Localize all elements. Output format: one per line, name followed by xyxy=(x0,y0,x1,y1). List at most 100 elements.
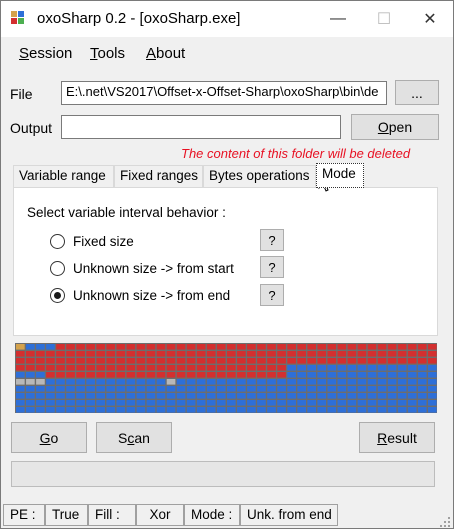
block-cell xyxy=(36,400,45,406)
radio-unknown-from-end[interactable]: Unknown size -> from end xyxy=(50,288,230,303)
block-cell xyxy=(257,344,266,350)
block-cell xyxy=(357,365,367,371)
block-cell xyxy=(26,365,35,371)
block-cell xyxy=(327,386,337,392)
block-cell xyxy=(206,386,216,392)
radio-circle-selected[interactable] xyxy=(50,288,65,303)
block-cell xyxy=(327,400,337,406)
block-cell xyxy=(247,365,256,371)
radio-unknown-from-start[interactable]: Unknown size -> from start xyxy=(50,261,234,276)
status-mode-value: Unk. from end xyxy=(240,504,338,526)
block-cell xyxy=(216,344,226,350)
open-button[interactable]: Open xyxy=(351,114,439,140)
result-button[interactable]: Result xyxy=(359,422,435,453)
menu-session-label: ession xyxy=(29,45,73,62)
block-cell xyxy=(397,365,407,371)
maximize-button[interactable]: ☐ xyxy=(361,1,407,37)
block-cell xyxy=(287,344,296,350)
block-cell xyxy=(176,379,186,385)
menu-about[interactable]: About xyxy=(146,45,185,62)
tab-mode[interactable]: Mode xyxy=(316,163,364,188)
close-button[interactable]: ✕ xyxy=(407,1,453,37)
output-path-field[interactable] xyxy=(61,115,341,139)
block-cell xyxy=(237,407,246,413)
block-cell xyxy=(277,393,286,399)
block-cell xyxy=(407,358,417,364)
block-cell xyxy=(186,393,196,399)
radio-circle[interactable] xyxy=(50,261,65,276)
block-cell xyxy=(186,407,196,413)
block-cell xyxy=(216,393,226,399)
block-cell xyxy=(417,400,427,406)
block-cell xyxy=(56,407,65,413)
block-cell xyxy=(307,407,317,413)
block-cell xyxy=(377,407,387,413)
minimize-button[interactable]: — xyxy=(315,1,361,37)
file-path-field[interactable]: E:\.net\VS2017\Offset-x-Offset-Sharp\oxo… xyxy=(61,81,387,105)
block-cell xyxy=(367,393,377,399)
block-cell xyxy=(377,400,387,406)
block-cell xyxy=(307,365,317,371)
block-cell xyxy=(36,372,45,378)
block-cell xyxy=(126,358,136,364)
block-cell xyxy=(216,372,226,378)
block-cell xyxy=(186,365,196,371)
block-cell xyxy=(287,372,296,378)
radio-circle[interactable] xyxy=(50,234,65,249)
radio-fixed-size[interactable]: Fixed size xyxy=(50,234,134,249)
block-cell xyxy=(387,358,397,364)
mode-heading: Select variable interval behavior : xyxy=(27,205,226,220)
block-cell xyxy=(347,351,357,357)
block-cell xyxy=(307,400,317,406)
help-unknown-from-start-button[interactable]: ? xyxy=(260,256,284,278)
block-cell xyxy=(216,400,226,406)
result-mnemonic: R xyxy=(377,429,388,446)
block-cell xyxy=(357,393,367,399)
block-cell xyxy=(317,386,327,392)
block-cell xyxy=(196,379,206,385)
block-cell xyxy=(156,400,166,406)
block-grid-svg xyxy=(16,344,437,413)
maximize-icon: ☐ xyxy=(376,11,392,28)
scan-button[interactable]: Sc an xyxy=(96,422,172,453)
help-unknown-from-end-button[interactable]: ? xyxy=(260,284,284,306)
block-cell xyxy=(397,351,407,357)
status-mode-label: Mode : xyxy=(184,504,240,526)
menu-session[interactable]: Session xyxy=(19,45,72,62)
block-cell xyxy=(46,365,55,371)
block-cell xyxy=(136,400,146,406)
block-cell xyxy=(126,372,136,378)
block-cell xyxy=(407,351,417,357)
block-cell xyxy=(277,386,286,392)
block-cell xyxy=(257,351,266,357)
block-cell xyxy=(427,344,437,350)
block-cell xyxy=(186,351,196,357)
title-bar[interactable]: oxoSharp 0.2 - [oxoSharp.exe] — ☐ ✕ xyxy=(1,1,453,37)
status-bar: PE : True Fill : Xor Mode : Unk. from en… xyxy=(1,501,453,528)
tab-fixed-ranges[interactable]: Fixed ranges xyxy=(114,165,203,187)
status-pe-label: PE : xyxy=(3,504,45,526)
block-cell xyxy=(267,400,276,406)
block-cell xyxy=(136,365,146,371)
block-cell xyxy=(166,407,176,413)
radio-label: Fixed size xyxy=(73,234,134,249)
block-cell xyxy=(427,393,437,399)
go-button[interactable]: Go xyxy=(11,422,87,453)
block-cell xyxy=(86,372,95,378)
block-cell xyxy=(287,400,296,406)
menu-tools[interactable]: Tools xyxy=(90,45,125,62)
block-cell xyxy=(347,379,357,385)
browse-button[interactable]: ... xyxy=(395,80,439,105)
progress-bar xyxy=(11,461,435,487)
help-fixed-size-button[interactable]: ? xyxy=(260,229,284,251)
tab-variable-range[interactable]: Variable range xyxy=(13,165,114,187)
block-cell xyxy=(76,365,85,371)
block-cell xyxy=(146,400,156,406)
block-cell xyxy=(307,358,317,364)
tab-bytes-operations[interactable]: Bytes operations xyxy=(203,165,316,187)
status-fill-label: Fill : xyxy=(88,504,136,526)
block-cell xyxy=(186,358,196,364)
resize-grip-icon[interactable] xyxy=(439,516,451,528)
block-cell xyxy=(216,407,226,413)
block-cell xyxy=(146,407,156,413)
